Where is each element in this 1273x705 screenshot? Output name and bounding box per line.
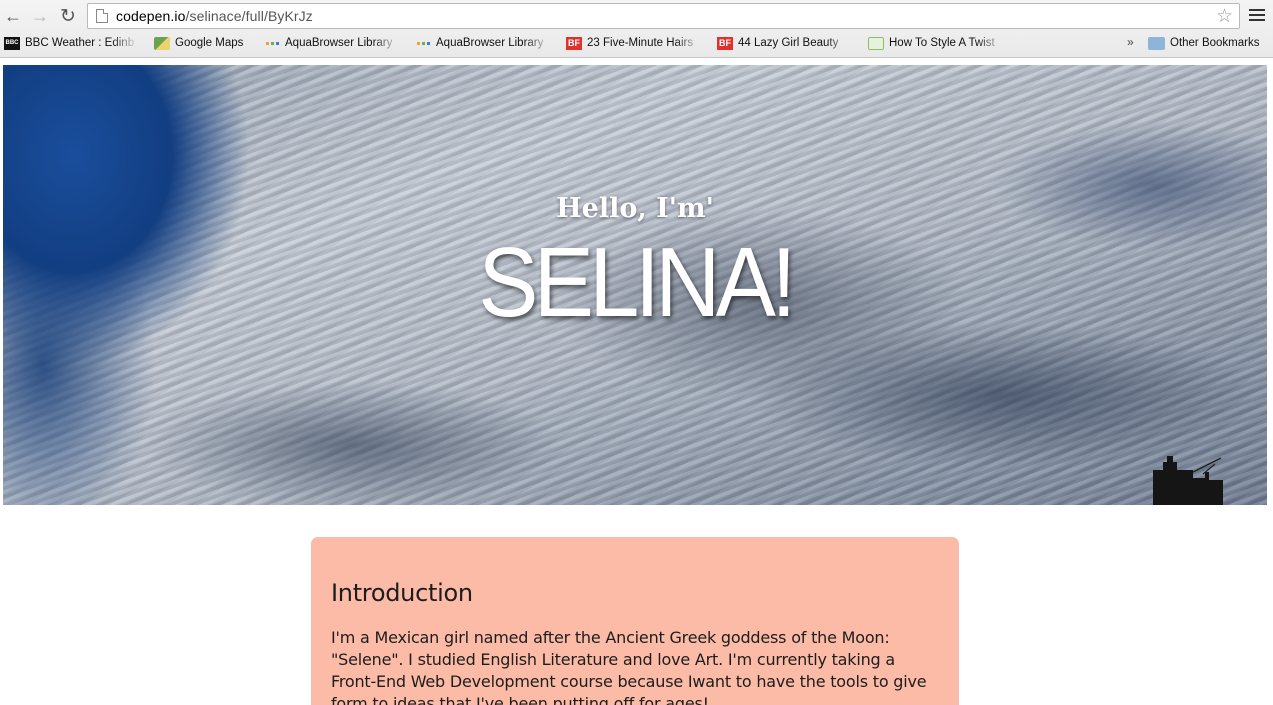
bookmark-label: AquaBrowser Library [436,37,544,49]
bookmark-label: BBC Weather : Edinb [25,37,135,49]
aquabrowser-icon [415,37,431,50]
other-bookmarks[interactable]: Other Bookmarks [1148,35,1270,51]
hero-name: SELINA! [478,227,796,337]
back-arrow-icon[interactable]: ← [2,5,24,27]
url-path: /selinace/full/ByKrJz [185,8,313,24]
browser-toolbar: ← → ↻ codepen.io/selinace/full/ByKrJz ☆ [0,0,1273,32]
introduction-heading: Introduction [331,579,473,607]
bookmark-label: How To Style A Twist [889,37,995,49]
bookmark-five-minute-hairs[interactable]: BF 23 Five-Minute Hairs [566,35,702,51]
bookmark-star-icon[interactable]: ☆ [1216,5,1233,28]
buzzfeed-icon: BF [717,36,733,50]
page-icon [96,9,108,23]
introduction-text: I'm a Mexican girl named after the Ancie… [331,628,927,705]
bookmark-google-maps[interactable]: Google Maps [154,35,254,51]
bookmark-style-a-twist[interactable]: How To Style A Twist [868,35,1004,51]
browser-chrome: ← → ↻ codepen.io/selinace/full/ByKrJz ☆ … [0,0,1273,58]
forward-arrow-icon[interactable]: → [29,5,51,27]
hero-greeting: Hello, I'm' [556,193,714,224]
bookmark-bbc-weather[interactable]: BBC BBC Weather : Edinb [4,35,138,51]
url-host: codepen.io [116,8,186,24]
browser-menu-icon[interactable] [1248,7,1266,25]
rooftop-silhouette [1153,456,1223,505]
other-bookmarks-label: Other Bookmarks [1170,37,1260,49]
introduction-card: Introduction I'm a Mexican girl named af… [311,537,959,705]
bookmark-label: Google Maps [175,37,244,49]
aquabrowser-icon [264,37,280,50]
hero-banner: Hello, I'm' SELINA! [3,65,1267,505]
bbc-icon: BBC [4,36,20,50]
folder-icon [1148,36,1165,50]
twist-icon [868,36,884,50]
google-maps-icon [154,36,170,50]
buzzfeed-icon: BF [566,36,582,50]
bookmark-label: 23 Five-Minute Hairs [587,37,694,49]
bookmark-label: AquaBrowser Library [285,37,393,49]
bookmarks-bar: BBC BBC Weather : Edinb Google Maps Aqua… [0,33,1273,53]
address-bar[interactable]: codepen.io/selinace/full/ByKrJz ☆ [87,3,1240,29]
reload-icon[interactable]: ↻ [57,5,79,27]
url-text[interactable]: codepen.io/selinace/full/ByKrJz [116,8,313,24]
bookmark-lazy-girl-beauty[interactable]: BF 44 Lazy Girl Beauty [717,35,853,51]
bookmark-label: 44 Lazy Girl Beauty [738,37,839,49]
bookmark-aquabrowser-1[interactable]: AquaBrowser Library [264,35,400,51]
bookmark-aquabrowser-2[interactable]: AquaBrowser Library [415,35,551,51]
more-bookmarks-chevron-icon[interactable]: » [1127,35,1134,49]
